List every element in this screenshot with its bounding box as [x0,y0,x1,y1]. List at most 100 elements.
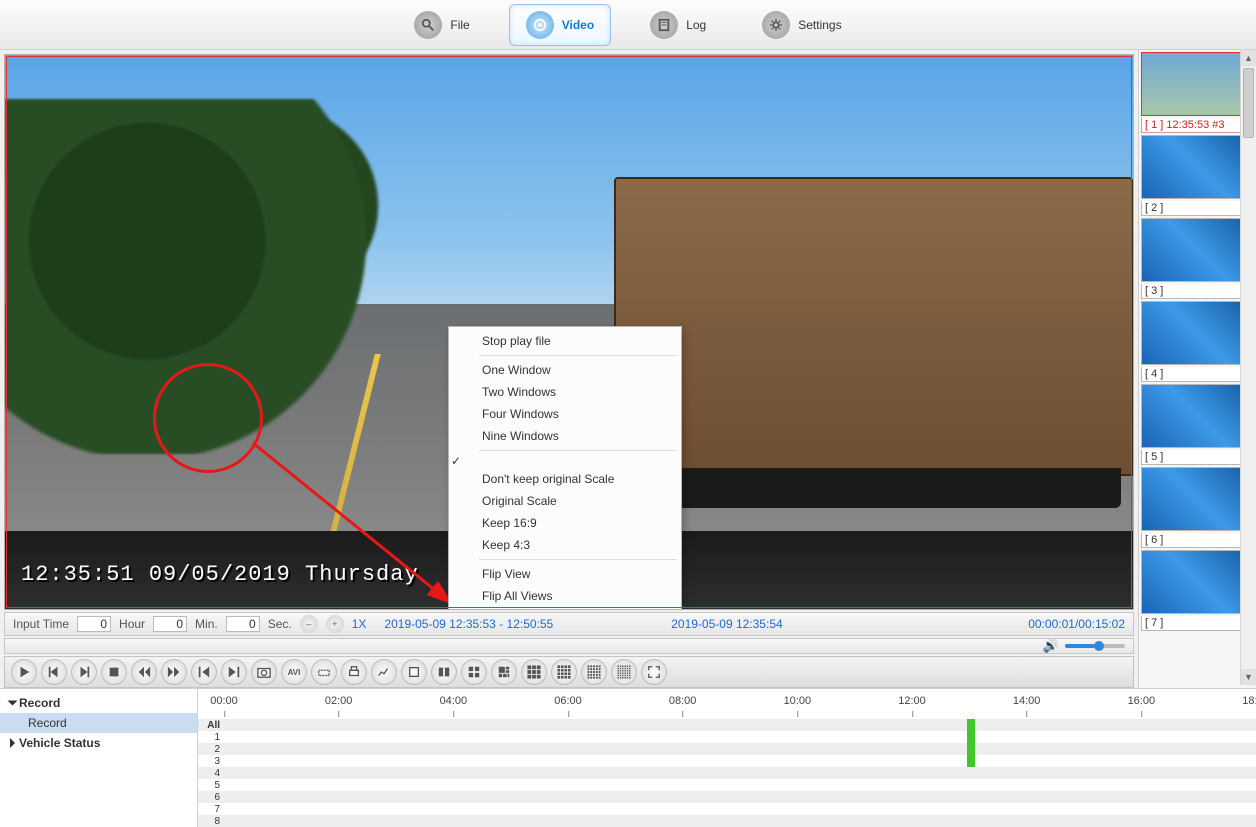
grid-b-button[interactable] [551,659,577,685]
timeline-row[interactable]: 1 [198,731,1256,743]
channel-thumbnail[interactable] [1141,218,1254,282]
check-icon: ✓ [451,454,461,468]
timeline-row[interactable]: 7 [198,803,1256,815]
channel-thumbnail[interactable] [1141,467,1254,531]
timeline-row[interactable]: 3 [198,755,1256,767]
timeline-tick: 10:00 [784,695,812,707]
hour-input[interactable] [77,616,111,632]
timeline-tick: 14:00 [1013,695,1041,707]
playback-toolbar: AVI [4,656,1134,688]
timeline-row-label: 8 [198,816,224,827]
timeline-row[interactable]: 8 [198,815,1256,827]
print-button[interactable] [341,659,367,685]
timeline-row[interactable]: 4 [198,767,1256,779]
main-tabbar: File Video Log Settings [0,0,1256,50]
chart-button[interactable] [371,659,397,685]
timeline-tick: 02:00 [325,695,353,707]
second-label: Sec. [268,617,292,631]
rate-up-button[interactable]: + [326,615,344,633]
timeline-tick: 08:00 [669,695,697,707]
timeline-rows: All12345678 [198,719,1256,827]
timeline-panel[interactable]: 00:0002:0004:0006:0008:0010:0012:0014:00… [198,689,1256,827]
menu-four-windows[interactable]: Four Windows [451,403,679,425]
timeline-tick: 04:00 [440,695,468,707]
channel-thumbnail[interactable] [1141,52,1254,116]
two-view-button[interactable] [431,659,457,685]
grid-c-button[interactable] [581,659,607,685]
channel-thumbnail[interactable] [1141,301,1254,365]
channel-thumbnail[interactable] [1141,384,1254,448]
second-input[interactable] [226,616,260,632]
menu-flip-view[interactable]: Flip View [451,563,679,585]
menu-keep-16-9[interactable]: Keep 16:9 [451,512,679,534]
grid-d-button[interactable] [611,659,637,685]
menu-flip-all-views[interactable]: Flip All Views [451,585,679,607]
menu-dont-keep-scale[interactable]: Don't keep original Scale [451,468,679,490]
step-fwd-button[interactable] [71,659,97,685]
fast-fwd-button[interactable] [161,659,187,685]
grid-a-button[interactable] [521,659,547,685]
prev-frame-button[interactable] [191,659,217,685]
timeline-ruler: 00:0002:0004:0006:0008:0010:0012:0014:00… [224,695,1256,719]
thumbnail-caption: [ 4 ] [1141,367,1254,382]
timeline-row[interactable]: 5 [198,779,1256,791]
tree-vehicle-status[interactable]: Vehicle Status [0,733,197,753]
timeline-row-label: 6 [198,792,224,803]
timeline-tick: 16:00 [1128,695,1156,707]
timeline-row-label: 1 [198,732,224,743]
timeline-row-label: 2 [198,744,224,755]
menu-stop-play-file[interactable]: Stop play file [451,330,679,352]
avi-export-button[interactable]: AVI [281,659,307,685]
step-back-button[interactable] [41,659,67,685]
rewind-button[interactable] [131,659,157,685]
stop-button[interactable] [101,659,127,685]
speaker-icon[interactable]: 🔊 [1043,638,1059,654]
tree-record-child[interactable]: Record [0,713,197,733]
timeline-row[interactable]: All [198,719,1256,731]
menu-two-windows[interactable]: Two Windows [451,381,679,403]
play-button[interactable] [11,659,37,685]
menu-keep-4-3[interactable]: Keep 4:3 [451,534,679,556]
thumbnail-caption: [ 6 ] [1141,533,1254,548]
playback-current-time: 2019-05-09 12:35:54 [671,617,782,631]
tree-record[interactable]: Record [0,693,197,713]
sidebar-tree: Record Record Vehicle Status [0,689,198,827]
menu-nine-windows[interactable]: Nine Windows [451,425,679,447]
minute-input[interactable] [153,616,187,632]
menu-one-window[interactable]: One Window [451,359,679,381]
volume-slider[interactable] [1065,644,1125,648]
next-frame-button[interactable] [221,659,247,685]
video-viewport[interactable]: 12:35:51 09/05/2019 Thursday Stop play f… [4,54,1134,610]
four-view-button[interactable] [461,659,487,685]
cut-button[interactable] [311,659,337,685]
tab-settings[interactable]: Settings [745,4,858,46]
timeline-row-label: 4 [198,768,224,779]
timeline-tick: 00:00 [210,695,238,707]
thumbnail-caption: [ 2 ] [1141,201,1254,216]
single-view-button[interactable] [401,659,427,685]
playback-elapsed: 00:00:01/00:15:02 [1028,617,1125,631]
menu-original-scale[interactable]: Original Scale [451,490,679,512]
input-time-label: Input Time [13,617,69,631]
tab-video[interactable]: Video [509,4,611,46]
timeline-row[interactable]: 6 [198,791,1256,803]
channel-thumbnail[interactable] [1141,135,1254,199]
snapshot-button[interactable] [251,659,277,685]
scrollbar-thumb[interactable] [1243,68,1254,138]
channel-thumbnails: [ 1 ] 12:35:53 #3[ 2 ][ 3 ][ 4 ][ 5 ][ 6… [1138,50,1256,688]
tab-file[interactable]: File [397,4,486,46]
fullscreen-button[interactable] [641,659,667,685]
channel-thumbnail[interactable] [1141,550,1254,614]
thumbnail-caption: [ 7 ] [1141,616,1254,631]
nine-view-button[interactable] [491,659,517,685]
thumbnail-scrollbar[interactable]: ▲ ▼ [1240,50,1256,685]
scroll-down-button[interactable]: ▼ [1241,669,1256,685]
timeline-tick: 06:00 [554,695,582,707]
timeline-row[interactable]: 2 [198,743,1256,755]
timeline-row-label: All [198,720,224,731]
scroll-up-button[interactable]: ▲ [1241,50,1256,66]
thumbnail-caption: [ 3 ] [1141,284,1254,299]
tab-log[interactable]: Log [633,4,723,46]
rate-down-button[interactable]: – [300,615,318,633]
timeline-row-label: 3 [198,756,224,767]
